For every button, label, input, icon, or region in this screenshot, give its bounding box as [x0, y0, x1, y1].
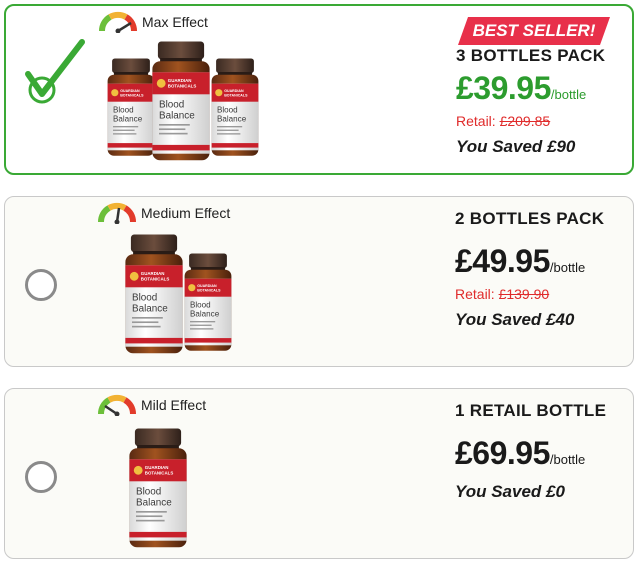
pack-title: 3 BOTTLES PACK [456, 46, 606, 65]
product-image-1-bottle [129, 428, 187, 548]
gauge-mild-icon [97, 394, 137, 416]
per-unit: /bottle [550, 87, 587, 102]
retail-price: Retail: £209.85 [456, 113, 631, 129]
selected-check-icon[interactable] [20, 34, 90, 114]
price-row: £69.95/bottle [455, 435, 630, 472]
radio-button[interactable] [25, 269, 57, 301]
price-row: £49.95/bottle [455, 243, 630, 280]
retail-old-price: £209.85 [499, 113, 551, 129]
best-seller-text: BEST SELLER! [472, 21, 596, 40]
retail-label: Retail: [455, 286, 495, 302]
price: £49.95 [455, 243, 550, 279]
per-unit: /bottle [549, 452, 586, 467]
gauge-medium-icon [97, 202, 137, 224]
pack-title: 2 BOTTLES PACK [455, 209, 605, 228]
radio-button[interactable] [25, 461, 57, 493]
effect-indicator: Max Effect [98, 12, 208, 32]
effect-label: Max Effect [142, 14, 208, 30]
offer-card-2-bottles[interactable]: Medium Effect 2 BOTTLES PACK £49.95/bott… [4, 196, 634, 367]
retail-price: Retail: £139.90 [455, 286, 630, 302]
product-image-2-bottles [125, 234, 232, 354]
saved-amount: You Saved £0 [455, 482, 565, 501]
effect-indicator: Medium Effect [97, 203, 230, 223]
retail-old-price: £139.90 [498, 286, 550, 302]
price-row: £39.95/bottle [456, 70, 631, 107]
saved-amount: You Saved £90 [456, 137, 576, 156]
price: £69.95 [455, 435, 550, 471]
product-image-3-bottles [107, 41, 259, 161]
effect-label: Mild Effect [141, 397, 207, 413]
effect-indicator: Mild Effect [97, 395, 206, 415]
per-unit: /bottle [549, 260, 586, 275]
effect-label: Medium Effect [141, 205, 231, 221]
offer-card-3-bottles[interactable]: Max Effect BEST SELLER! 3 BOTTLES PACK £… [4, 4, 634, 175]
gauge-max-icon [98, 11, 138, 33]
best-seller-badge: BEST SELLER! [458, 17, 610, 45]
pack-title: 1 RETAIL BOTTLE [455, 401, 607, 420]
price: £39.95 [456, 70, 551, 106]
saved-amount: You Saved £40 [455, 310, 575, 329]
offer-card-1-bottle[interactable]: Mild Effect 1 RETAIL BOTTLE £69.95/bottl… [4, 388, 634, 559]
retail-label: Retail: [456, 113, 496, 129]
